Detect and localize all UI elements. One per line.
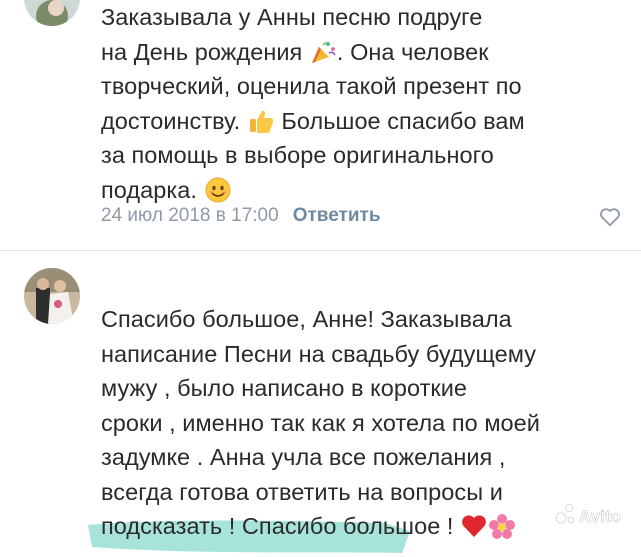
avito-watermark: Avito <box>553 498 627 530</box>
comment-1-meta: 24 июл 2018 в 17:00 Ответить <box>101 203 381 229</box>
comment-2: Спасибо большое, Анне! Заказывала написа… <box>0 252 641 553</box>
comment-date: 24 июл 2018 в 17:00 <box>101 205 279 226</box>
comment-1: Заказывала у Анны песню подруге на День … <box>0 0 641 250</box>
avatar-1[interactable] <box>24 0 80 26</box>
red-heart-icon <box>460 513 488 539</box>
flower-icon <box>488 513 516 539</box>
thumbs-up-icon <box>247 108 275 134</box>
watermark-text: Avito <box>579 507 621 526</box>
divider <box>0 250 641 251</box>
heart-outline-icon[interactable] <box>599 206 621 228</box>
comment-1-text: Заказывала у Анны песню подруге на День … <box>101 4 525 203</box>
smiley-icon <box>204 177 232 203</box>
reply-button[interactable]: Ответить <box>293 205 381 226</box>
party-popper-icon <box>309 39 337 65</box>
comment-2-text: Спасибо большое, Анне! Заказывала написа… <box>101 306 540 539</box>
avatar-2[interactable] <box>24 268 80 324</box>
